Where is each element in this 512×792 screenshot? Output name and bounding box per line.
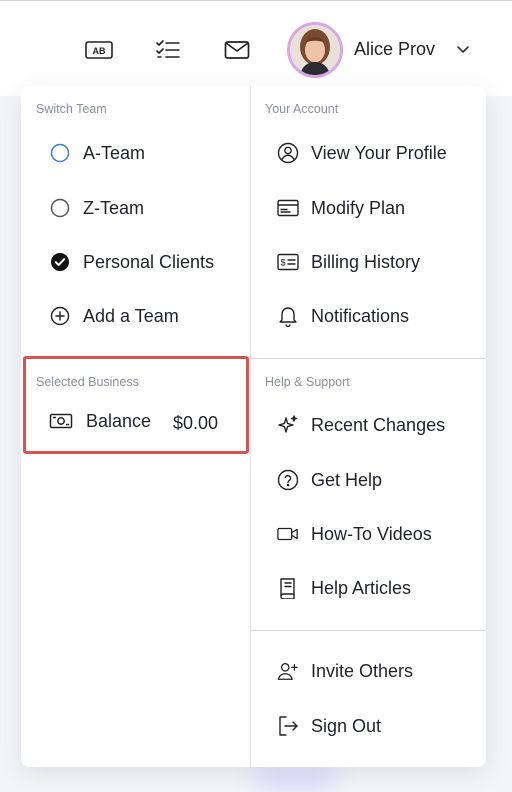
book-icon — [277, 577, 299, 599]
help-articles-link[interactable]: Help Articles — [277, 573, 411, 603]
balance-amount: $0.00 — [173, 413, 219, 433]
invite-others-label: Invite Others — [311, 660, 414, 681]
view-profile-link[interactable]: View Your Profile — [277, 138, 447, 168]
billing-history-label: Billing History — [311, 251, 421, 272]
get-help-link[interactable]: Get Help — [277, 465, 382, 495]
user-name[interactable]: Alice Prov — [354, 39, 435, 60]
chevron-down-icon[interactable] — [455, 41, 471, 57]
ab-icon[interactable]: AB — [85, 38, 113, 62]
team-item-label: Personal Clients — [83, 251, 215, 272]
receipt-dollar-icon: $ — [277, 251, 299, 273]
team-item-label: Z-Team — [83, 197, 145, 218]
add-team-button[interactable]: Add a Team — [49, 301, 179, 331]
bell-icon — [277, 305, 299, 327]
question-circle-icon — [277, 469, 299, 491]
sign-out-button[interactable]: Sign Out — [277, 711, 381, 741]
radio-unselected-icon[interactable] — [49, 197, 71, 219]
add-team-label: Add a Team — [83, 305, 179, 326]
get-help-label: Get Help — [311, 469, 383, 490]
billing-history-link[interactable]: $ Billing History — [277, 247, 420, 277]
recent-changes-link[interactable]: Recent Changes — [277, 410, 445, 440]
top-bar: AB Alice Prov — [0, 0, 512, 96]
svg-text:AB: AB — [93, 46, 106, 56]
video-camera-icon — [277, 523, 299, 545]
modify-plan-link[interactable]: Modify Plan — [277, 193, 405, 223]
view-profile-label: View Your Profile — [311, 142, 447, 163]
invite-others-button[interactable]: Invite Others — [277, 656, 413, 686]
radio-unselected-icon[interactable] — [49, 142, 71, 164]
account-help-divider — [251, 358, 486, 359]
balance-label: Balance — [86, 410, 152, 431]
team-item-z-team[interactable]: Z-Team — [49, 193, 144, 223]
sparkle-icon — [277, 414, 299, 436]
switch-team-title: Switch Team — [36, 102, 107, 116]
balance-row[interactable]: Balance — [49, 410, 151, 432]
your-account-title: Your Account — [265, 102, 339, 116]
user-circle-icon — [277, 142, 299, 164]
svg-text:$: $ — [280, 258, 285, 268]
account-dropdown-menu: Switch Team A-Team Z-Team Personal Clien… — [21, 86, 486, 767]
recent-changes-label: Recent Changes — [311, 414, 446, 435]
cash-icon — [49, 410, 73, 432]
how-to-videos-label: How-To Videos — [311, 523, 432, 544]
help-footer-divider — [251, 630, 486, 631]
checklist-icon[interactable] — [154, 38, 182, 62]
user-plus-icon — [277, 660, 299, 682]
card-icon — [277, 197, 299, 219]
plus-circle-icon — [49, 305, 71, 327]
team-item-a-team[interactable]: A-Team — [49, 138, 145, 168]
sign-out-label: Sign Out — [311, 715, 382, 736]
selected-business-title: Selected Business — [36, 375, 139, 389]
notifications-link[interactable]: Notifications — [277, 301, 409, 331]
check-circle-filled-icon[interactable] — [49, 251, 71, 273]
notifications-label: Notifications — [311, 305, 410, 326]
help-articles-label: Help Articles — [311, 577, 412, 598]
how-to-videos-link[interactable]: How-To Videos — [277, 519, 432, 549]
column-divider — [250, 86, 251, 767]
help-support-title: Help & Support — [265, 375, 350, 389]
modify-plan-label: Modify Plan — [311, 197, 406, 218]
avatar[interactable] — [287, 22, 343, 78]
selected-business-highlight — [23, 356, 249, 454]
mail-icon[interactable] — [223, 38, 251, 62]
team-item-label: A-Team — [83, 142, 146, 163]
team-item-personal-clients[interactable]: Personal Clients — [49, 247, 214, 277]
sign-out-icon — [277, 715, 299, 737]
